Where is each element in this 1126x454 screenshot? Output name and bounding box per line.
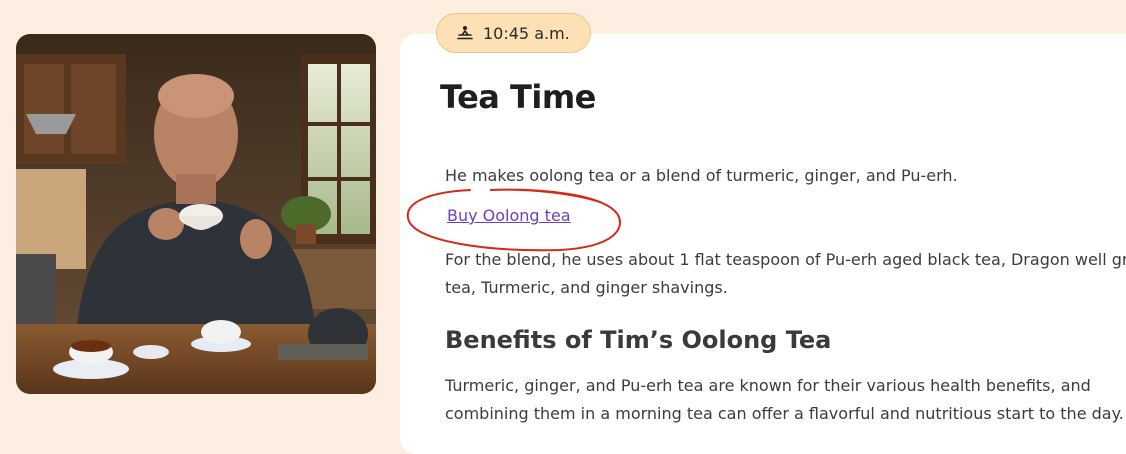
blend-line-2: tea, Turmeric, and ginger shavings. [445, 278, 728, 297]
benefits-paragraph: Turmeric, ginger, and Pu-erh tea are kno… [445, 372, 1126, 428]
meditation-icon [457, 25, 473, 41]
intro-text: He makes oolong tea or a blend of turmer… [445, 166, 958, 185]
time-badge: 10:45 a.m. [436, 13, 591, 53]
buy-oolong-link[interactable]: Buy Oolong tea [447, 206, 571, 225]
page-title: Tea Time [440, 78, 596, 116]
benefits-heading: Benefits of Tim’s Oolong Tea [445, 326, 832, 354]
blend-line-1: For the blend, he uses about 1 flat teas… [445, 250, 1126, 269]
hero-photo [16, 34, 376, 394]
benefits-line-1: Turmeric, ginger, and Pu-erh tea are kno… [445, 376, 1091, 395]
blend-paragraph: For the blend, he uses about 1 flat teas… [445, 246, 1126, 302]
time-label: 10:45 a.m. [483, 23, 570, 43]
benefits-line-2: combining them in a morning tea can offe… [445, 404, 1124, 423]
